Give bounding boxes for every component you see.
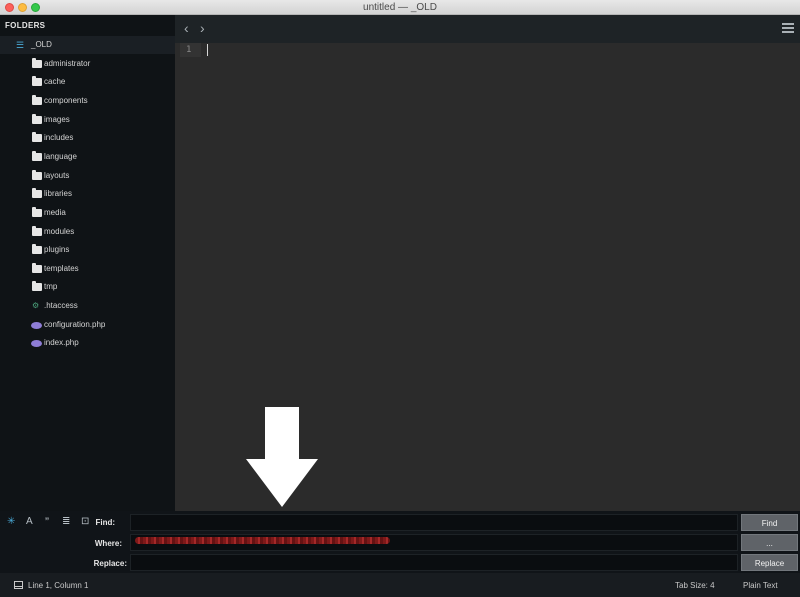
line-number: 1: [186, 45, 192, 55]
find-label: Find:: [95, 518, 115, 527]
folder-icon: [32, 281, 42, 292]
whole-word-toggle-icon[interactable]: ”: [45, 516, 49, 528]
menu-icon[interactable]: [782, 23, 794, 33]
sidebar-item-label: images: [44, 114, 70, 124]
folder-icon: [32, 188, 42, 199]
project-root-icon: ☰: [16, 40, 25, 50]
sidebar-item-tmp[interactable]: tmp: [0, 278, 175, 296]
sidebar-item-plugins[interactable]: plugins: [0, 241, 175, 259]
folder-icon: [32, 150, 42, 161]
text-cursor: [207, 44, 208, 56]
folder-icon: [32, 262, 42, 273]
php-file-icon: [31, 340, 42, 348]
forward-arrow-icon[interactable]: ›: [200, 21, 205, 35]
sidebar-item-modules[interactable]: modules: [0, 223, 175, 241]
regex-toggle-icon[interactable]: ✳: [7, 517, 15, 527]
sidebar-item-components[interactable]: components: [0, 92, 175, 110]
where-label: Where:: [94, 539, 122, 548]
sidebar-item-media[interactable]: media: [0, 204, 175, 222]
sidebar-item-configuration-php[interactable]: configuration.php: [0, 316, 175, 334]
tab-size[interactable]: Tab Size: 4: [675, 581, 715, 591]
sidebar-item-htaccess[interactable]: ⚙ .htaccess: [0, 297, 175, 315]
folder-icon: [32, 225, 42, 236]
title-bar: untitled — _OLD: [0, 0, 800, 15]
sidebar-item-label: layouts: [44, 170, 70, 180]
sidebar-item-label: components: [44, 95, 88, 105]
replace-label: Replace:: [93, 559, 127, 568]
where-options-button[interactable]: ...: [741, 534, 798, 551]
sidebar-item-label: media: [44, 207, 66, 217]
folder-icon: [32, 132, 42, 143]
syntax-mode[interactable]: Plain Text: [743, 581, 778, 591]
cursor-position: Line 1, Column 1: [28, 581, 89, 590]
gear-file-icon: ⚙: [32, 301, 40, 311]
php-file-icon: [31, 321, 42, 329]
find-button[interactable]: Find: [741, 514, 798, 531]
folder-icon: [32, 94, 42, 105]
sidebar-item-label: libraries: [44, 189, 73, 199]
sidebar-item-libraries[interactable]: libraries: [0, 185, 175, 203]
sidebar-item-includes[interactable]: includes: [0, 129, 175, 147]
folder-icon: [32, 169, 42, 180]
sidebar-item-label: _OLD: [31, 40, 52, 49]
sidebar-item-label: modules: [44, 226, 75, 236]
replace-button[interactable]: Replace: [741, 554, 798, 571]
sidebar-item-label: plugins: [44, 245, 70, 255]
sidebar-item-layouts[interactable]: layouts: [0, 167, 175, 185]
app-window: untitled — _OLD FOLDERS ☰ _OLD administrat…: [0, 0, 800, 597]
sidebar-item-index-php[interactable]: index.php: [0, 334, 175, 352]
status-bar: Line 1, Column 1 Tab Size: 4 Plain Text: [0, 573, 800, 597]
sidebar-item-label: index.php: [44, 338, 79, 348]
folder-icon: [32, 113, 42, 124]
sidebar-item-root[interactable]: ☰ _OLD: [0, 36, 175, 54]
sidebar-item-images[interactable]: images: [0, 111, 175, 129]
editor-tab-bar: ‹ ›: [175, 15, 800, 43]
down-arrow-icon: [246, 407, 318, 507]
sidebar-item-label: includes: [44, 133, 74, 143]
folder-icon: [32, 57, 42, 68]
sidebar-header: FOLDERS: [5, 21, 46, 30]
replace-input[interactable]: [130, 554, 738, 571]
sidebar-item-label: templates: [44, 263, 79, 273]
sidebar-item-label: administrator: [44, 58, 91, 68]
sidebar-item-label: tmp: [44, 282, 58, 292]
find-input[interactable]: [130, 514, 738, 531]
folder-icon: [32, 76, 42, 87]
sidebar-item-templates[interactable]: templates: [0, 260, 175, 278]
folder-icon: [32, 206, 42, 217]
window-title: untitled — _OLD: [363, 2, 437, 13]
back-arrow-icon[interactable]: ‹: [184, 21, 189, 35]
redacted-where-value: [135, 537, 390, 544]
sidebar-item-label: .htaccess: [44, 301, 78, 311]
folder-icon: [32, 244, 42, 255]
panel-toggle-icon[interactable]: [14, 581, 23, 589]
case-sensitive-toggle-icon[interactable]: A: [26, 517, 33, 527]
sidebar-item-label: cache: [44, 77, 66, 87]
sidebar-item-label: configuration.php: [44, 319, 106, 329]
sidebar-item-language[interactable]: language: [0, 148, 175, 166]
sidebar-item-label: language: [44, 151, 77, 161]
sidebar-item-administrator[interactable]: administrator: [0, 55, 175, 73]
sidebar-item-cache[interactable]: cache: [0, 73, 175, 91]
